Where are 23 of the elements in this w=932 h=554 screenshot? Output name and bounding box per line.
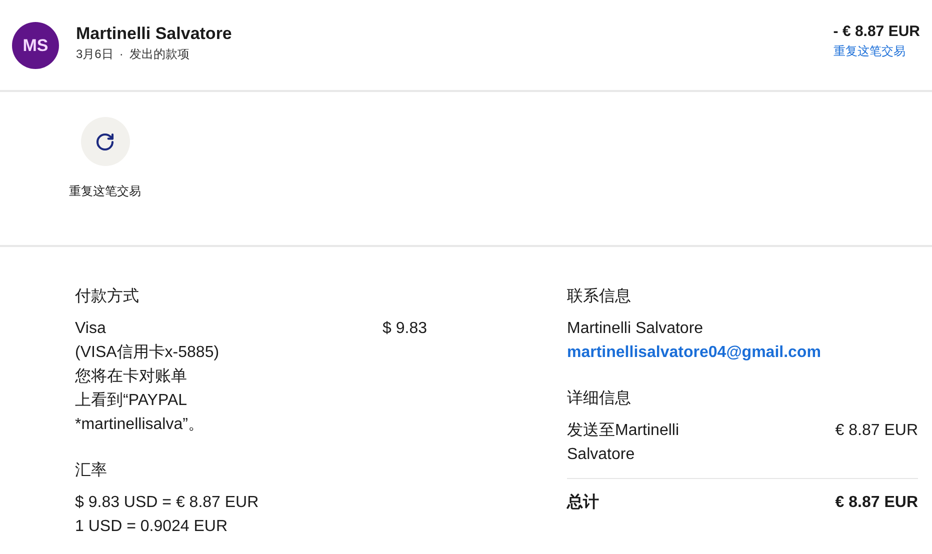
- contact-name: Martinelli Salvatore: [76, 22, 232, 44]
- total-amount: € 8.87 EUR: [835, 493, 918, 513]
- transaction-amount: - € 8.87 EUR: [833, 22, 920, 42]
- avatar: MS: [12, 22, 59, 69]
- separator-dot: ·: [119, 46, 124, 62]
- total-label: 总计: [567, 492, 599, 513]
- transaction-date: 3月6日: [76, 46, 114, 62]
- repeat-transaction-link[interactable]: 重复这笔交易: [833, 42, 906, 60]
- payment-amount: $ 9.83: [382, 319, 427, 339]
- detail-amount: € 8.87 EUR: [835, 421, 918, 441]
- repeat-label: 重复这笔交易: [68, 183, 142, 200]
- transaction-type: 发出的款项: [129, 46, 190, 62]
- repeat-button[interactable]: [80, 117, 130, 166]
- detail-label: 发送至Martinelli Salvatore: [567, 421, 680, 465]
- section-heading: 汇率: [75, 460, 108, 481]
- repeat-icon: [95, 132, 115, 152]
- section-heading: 联系信息: [567, 286, 632, 307]
- section-heading: 详细信息: [567, 388, 632, 409]
- contact-name: Martinelli Salvatore: [567, 319, 704, 339]
- section-heading: 付款方式: [75, 286, 140, 307]
- email-link[interactable]: martinellisalvatore04@gmail.com: [567, 341, 918, 365]
- payment-method-text: Visa (VISA信用卡x-5885) 您将在卡对账单 上看到“PAYPAL *martinellisalva”。: [75, 319, 220, 435]
- exchange-rate-text: $ 9.83 USD = € 8.87 EUR 1 USD = 0.9024 EUR: [75, 493, 260, 537]
